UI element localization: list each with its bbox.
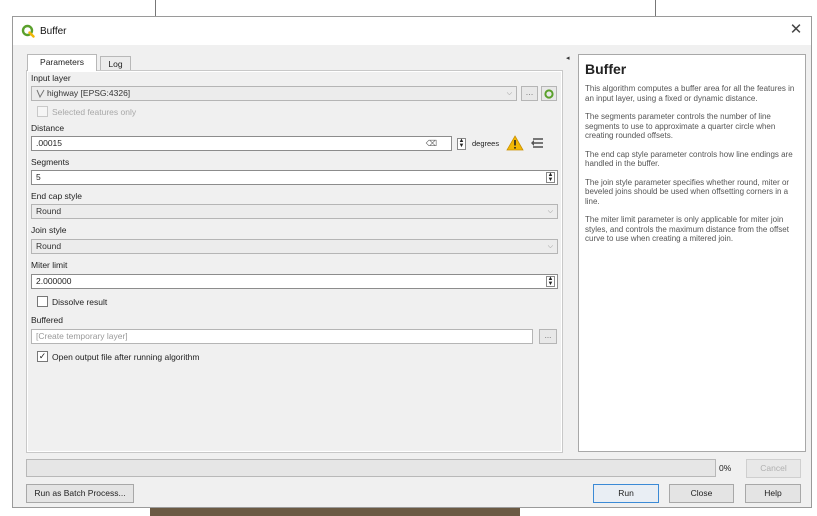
- buffered-label: Buffered: [31, 315, 63, 325]
- segments-stepper[interactable]: ▲ ▼: [546, 172, 555, 183]
- join-style-label: Join style: [31, 225, 67, 235]
- segments-input[interactable]: 5 ▲ ▼: [31, 170, 558, 185]
- buffered-output-placeholder: [Create temporary layer]: [36, 331, 128, 341]
- join-style-select[interactable]: Round ⌵: [31, 239, 558, 254]
- segments-value: 5: [36, 172, 41, 182]
- dissolve-result-label: Dissolve result: [52, 297, 108, 307]
- dissolve-result-checkbox[interactable]: [37, 296, 48, 307]
- end-cap-style-value: Round: [36, 206, 62, 216]
- end-cap-style-label: End cap style: [31, 191, 83, 201]
- segments-label: Segments: [31, 157, 70, 167]
- end-cap-style-select[interactable]: Round ⌵: [31, 204, 558, 219]
- iterate-layer-button[interactable]: [541, 86, 557, 101]
- progress-percent: 0%: [719, 463, 732, 473]
- progress-bar: [26, 459, 716, 477]
- help-paragraph: The segments parameter controls the numb…: [585, 112, 776, 140]
- open-output-label: Open output file after running algorithm: [52, 352, 200, 362]
- miter-limit-stepper[interactable]: ▲ ▼: [546, 276, 555, 287]
- help-button[interactable]: Help: [745, 484, 801, 503]
- miter-limit-input[interactable]: 2.000000 ▲ ▼: [31, 274, 558, 289]
- buffered-output-input[interactable]: [Create temporary layer]: [31, 329, 533, 344]
- data-defined-override-icon[interactable]: [530, 136, 546, 150]
- background-window-strip: [0, 0, 817, 16]
- help-paragraph: This algorithm computes a buffer area fo…: [585, 84, 795, 103]
- background-left-strip: [0, 16, 12, 516]
- selected-features-label: Selected features only: [52, 107, 137, 117]
- miter-limit-value: 2.000000: [36, 276, 72, 286]
- buffer-dialog: Buffer ✕ Parameters Log Input layer high…: [12, 16, 812, 508]
- distance-label: Distance: [31, 123, 65, 133]
- splitter-collapse-icon[interactable]: ◂: [566, 54, 570, 62]
- selected-features-checkbox[interactable]: [37, 106, 48, 117]
- background-gridline: [155, 0, 156, 16]
- distance-value: .00015: [36, 138, 62, 148]
- iterate-icon: [544, 89, 554, 99]
- chevron-down-icon: ⌵: [547, 208, 553, 215]
- title-bar: Buffer ✕: [13, 17, 811, 45]
- input-layer-select[interactable]: highway [EPSG:4326] ⌵: [31, 86, 517, 101]
- warning-icon: [506, 135, 524, 151]
- parameters-panel: Input layer highway [EPSG:4326] ⌵ … Sele…: [26, 70, 563, 453]
- line-layer-icon: [36, 89, 45, 98]
- background-gridline: [655, 0, 656, 16]
- tab-parameters[interactable]: Parameters: [27, 54, 97, 71]
- input-layer-label: Input layer: [31, 73, 71, 83]
- chevron-down-icon: ⌵: [547, 243, 553, 250]
- help-paragraph: The join style parameter specifies wheth…: [585, 177, 790, 206]
- help-panel: Buffer This algorithm computes a buffer …: [578, 54, 806, 452]
- close-icon[interactable]: ✕: [787, 21, 805, 39]
- distance-stepper[interactable]: ▲ ▼: [457, 138, 466, 150]
- run-batch-button[interactable]: Run as Batch Process...: [26, 484, 134, 503]
- close-button[interactable]: Close: [669, 484, 734, 503]
- dialog-title: Buffer: [40, 26, 67, 37]
- miter-limit-label: Miter limit: [31, 260, 68, 270]
- distance-input[interactable]: .00015 ⌫: [31, 136, 452, 151]
- qgis-logo-icon: [21, 24, 35, 38]
- chevron-down-icon: ⌵: [506, 90, 512, 97]
- join-style-value: Round: [36, 241, 62, 251]
- cancel-button[interactable]: Cancel: [746, 459, 801, 478]
- parameters-panel-body: Input layer highway [EPSG:4326] ⌵ … Sele…: [28, 72, 561, 451]
- input-layer-value: highway [EPSG:4326]: [47, 88, 131, 98]
- run-button[interactable]: Run: [593, 484, 659, 503]
- browse-layer-button[interactable]: …: [521, 86, 538, 101]
- clear-icon[interactable]: ⌫: [426, 137, 437, 150]
- distance-unit: degrees: [472, 139, 500, 148]
- open-output-checkbox[interactable]: ✓: [37, 351, 48, 362]
- help-title: Buffer: [585, 61, 627, 77]
- help-paragraph: The end cap style parameter controls how…: [585, 149, 793, 169]
- tab-log[interactable]: Log: [100, 56, 131, 70]
- buffered-browse-button[interactable]: ...: [539, 329, 557, 344]
- help-paragraph: The miter limit parameter is only applic…: [585, 215, 789, 243]
